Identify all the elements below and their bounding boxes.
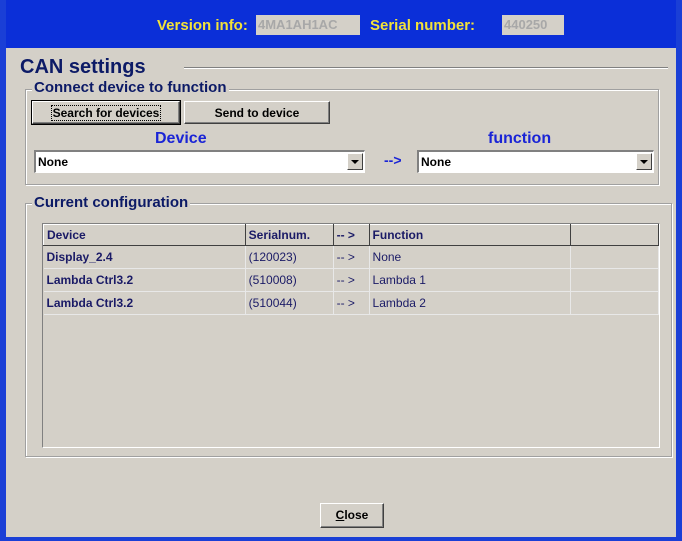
cell-function: Lambda 1 — [369, 268, 572, 292]
function-select[interactable]: None — [417, 150, 654, 173]
chevron-down-icon[interactable] — [347, 153, 363, 170]
device-select[interactable]: None — [34, 150, 365, 173]
function-column-header: function — [488, 130, 552, 147]
search-devices-button[interactable]: Search for devices — [31, 100, 181, 125]
cell-function: None — [369, 245, 572, 269]
cell-empty — [570, 268, 659, 292]
send-to-device-button[interactable]: Send to device — [184, 101, 330, 124]
page-title: CAN settings — [20, 56, 146, 78]
column-header-function[interactable]: Function — [368, 224, 572, 246]
cell-device: Lambda Ctrl3.2 — [43, 291, 246, 315]
cell-arrow: -- > — [333, 268, 370, 292]
close-label-rest: lose — [344, 508, 369, 522]
serial-number-label: Serial number: — [370, 17, 476, 34]
function-select-value: None — [421, 155, 451, 169]
column-header-serial[interactable]: Serialnum. — [244, 224, 334, 246]
cell-device: Display_2.4 — [43, 245, 246, 269]
current-configuration-legend: Current configuration — [32, 194, 191, 211]
device-select-value: None — [38, 155, 68, 169]
can-settings-window: Version info: 4MA1AH1AC Serial number: 4… — [0, 0, 682, 541]
mapping-arrow: --> — [384, 152, 402, 168]
close-button[interactable]: Close — [320, 503, 384, 528]
column-header-device[interactable]: Device — [43, 224, 246, 246]
table-header-row: Device Serialnum. -- > Function — [43, 224, 659, 246]
cell-serial: (510008) — [245, 268, 334, 292]
version-info-value: 4MA1AH1AC — [256, 15, 360, 35]
table-row[interactable]: Lambda Ctrl3.2 (510044) -- > Lambda 2 — [43, 291, 659, 315]
column-header-arrow[interactable]: -- > — [332, 224, 370, 246]
column-header-empty[interactable] — [570, 224, 659, 246]
device-column-header: Device — [155, 130, 207, 147]
serial-number-value: 440250 — [502, 15, 564, 35]
title-bar: Version info: 4MA1AH1AC Serial number: 4… — [6, 0, 676, 48]
cell-empty — [570, 245, 659, 269]
cell-empty — [570, 291, 659, 315]
connect-device-legend: Connect device to function — [32, 79, 229, 96]
configuration-table: Device Serialnum. -- > Function Display_… — [43, 224, 659, 315]
search-devices-label: Search for devices — [50, 104, 162, 121]
cell-function: Lambda 2 — [369, 291, 572, 315]
cell-serial: (120023) — [245, 245, 334, 269]
cell-arrow: -- > — [333, 291, 370, 315]
heading-divider — [184, 67, 668, 69]
version-info-label: Version info: — [157, 17, 248, 34]
cell-serial: (510044) — [245, 291, 334, 315]
cell-device: Lambda Ctrl3.2 — [43, 268, 246, 292]
table-row[interactable]: Display_2.4 (120023) -- > None — [43, 245, 659, 269]
configuration-list[interactable]: Device Serialnum. -- > Function Display_… — [42, 223, 660, 448]
chevron-down-icon[interactable] — [636, 153, 652, 170]
table-row[interactable]: Lambda Ctrl3.2 (510008) -- > Lambda 1 — [43, 268, 659, 292]
cell-arrow: -- > — [333, 245, 370, 269]
